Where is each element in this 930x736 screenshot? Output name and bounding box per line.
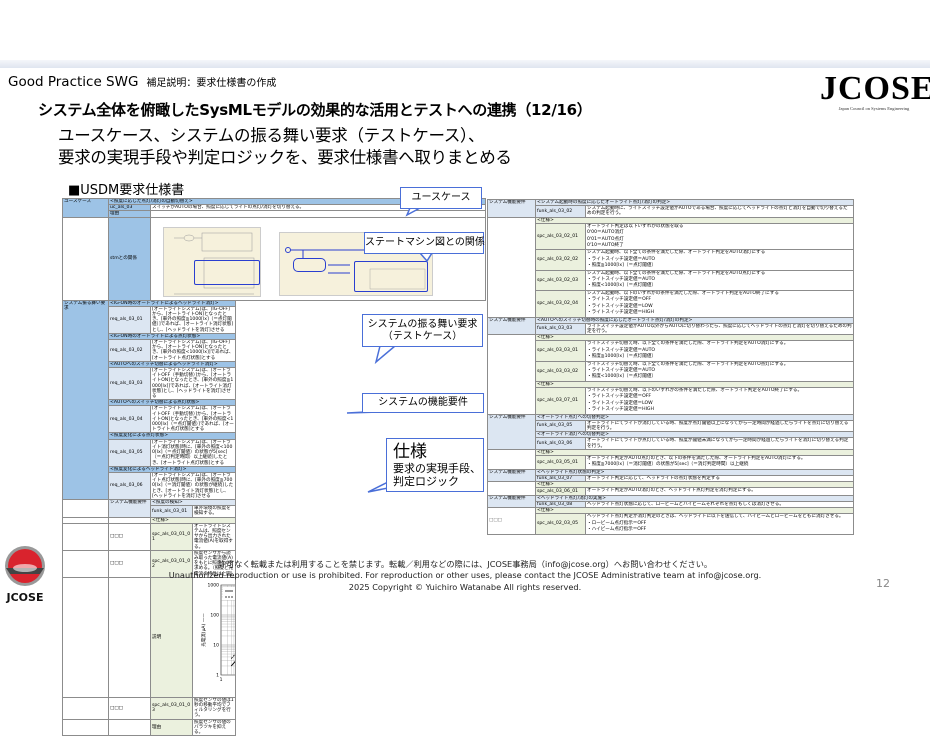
callout-text: （テストケース） — [382, 330, 463, 342]
callout-use-case: ユースケース — [400, 187, 482, 209]
callout-title: 仕様 — [393, 441, 427, 462]
spec-text: 照度センサの値は1秒の移動平均でフィルタリングを行う。 — [192, 696, 236, 720]
y-tick-label: 1 — [216, 672, 219, 678]
callout-state-machine: ステートマシン図との関係 — [364, 232, 485, 254]
reason-text: 照度センサの値のバラツキを抑える。 — [192, 718, 236, 736]
blank-cell — [62, 696, 109, 720]
callout-behavior: システムの振る舞い要求 （テストケース） — [362, 314, 483, 347]
callout-text: システムの振る舞い要求 — [367, 318, 478, 330]
callout-text: ユースケース — [411, 192, 471, 203]
callout-spec: 仕様 要求の実現手段、 判定ロジック — [386, 438, 484, 492]
callout-text: ステートマシン図との関係 — [365, 237, 485, 248]
callout-text: 要求の実現手段、 — [393, 461, 481, 475]
spec-id: spc_als_03_01_03 — [150, 696, 193, 720]
spec-mark: □□□ — [108, 696, 151, 720]
blank-cell — [62, 718, 109, 736]
callout-text: システムの機能要件 — [378, 397, 468, 408]
x-tick-label: 1 — [220, 677, 223, 683]
callout-function: システムの機能要件 — [362, 393, 484, 413]
callout-text: 判定ロジック — [393, 474, 459, 488]
reason-label: 理由 — [150, 718, 193, 736]
blank-cell — [108, 718, 151, 736]
